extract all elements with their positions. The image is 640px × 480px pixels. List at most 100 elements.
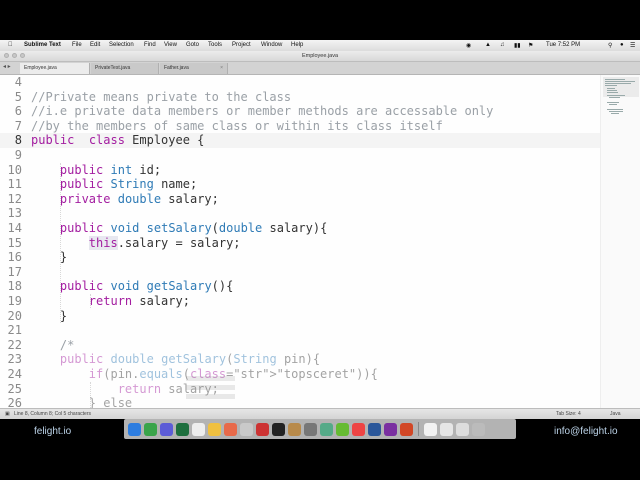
code-editor[interactable]: 4 5 6 7 8 9 10 11 12 13 14 15 16 17 18 1…	[0, 75, 600, 408]
menu-help[interactable]: Help	[291, 42, 303, 48]
close-window-icon[interactable]	[4, 53, 9, 58]
line-number: 14	[7, 221, 22, 235]
app-green-icon[interactable]	[320, 422, 333, 436]
menu-file[interactable]: File	[72, 42, 82, 48]
line-number: 21	[7, 323, 22, 338]
code-line-11: public String name;	[59, 177, 198, 192]
tab-label: Father.java	[164, 65, 189, 71]
line-number: 4	[14, 75, 22, 89]
code-line-26: } else	[31, 396, 133, 408]
brand-left: felight.io	[34, 426, 72, 437]
minimap-viewport[interactable]	[603, 77, 639, 97]
line-number: 10	[7, 162, 22, 177]
line-number-current: 8	[14, 133, 22, 148]
folder-icon[interactable]	[440, 422, 453, 436]
code-line-22: /*	[31, 337, 75, 352]
code-line-20: }	[31, 308, 68, 323]
photos-icon[interactable]	[224, 422, 237, 436]
tab-employee-java[interactable]: Employee.java	[20, 63, 90, 74]
menu-clock[interactable]: Tue 7:52 PM	[546, 42, 580, 48]
line-number: 17	[7, 264, 22, 279]
line-number: 12	[7, 191, 22, 206]
line-number: 16	[7, 250, 22, 265]
system-preferences-icon[interactable]	[304, 422, 317, 436]
tab-bar: Employee.java PrivateTest.java Father.ja…	[0, 62, 640, 75]
window-controls	[4, 53, 25, 58]
volume-icon[interactable]: ♫	[500, 42, 505, 48]
window-title: Employee.java	[301, 53, 339, 59]
line-number: 11	[7, 177, 22, 192]
document-icon[interactable]	[424, 422, 437, 436]
menu-tools[interactable]: Tools	[208, 42, 222, 48]
pencil-app-icon[interactable]	[240, 422, 253, 436]
status-bar: ▣ Line 8, Column 8; Col 5 characters Tab…	[0, 408, 640, 419]
menu-view[interactable]: View	[164, 42, 177, 48]
code-line-7: //by the members of same class or within…	[31, 118, 443, 133]
siri-icon[interactable]: ●	[620, 42, 624, 48]
minimap[interactable]	[600, 75, 640, 408]
code-line-14: public void setSalary(double salary){	[59, 221, 328, 235]
code-line-12: private double salary;	[59, 191, 219, 206]
minimize-window-icon[interactable]	[12, 53, 17, 58]
menu-goto[interactable]: Goto	[186, 42, 199, 48]
line-number: 22	[7, 337, 22, 352]
code-line-19: return salary;	[88, 294, 190, 308]
chrome-icon[interactable]	[352, 422, 365, 436]
spotlight-icon[interactable]: ⚲	[608, 42, 612, 49]
app-red-icon[interactable]	[256, 422, 269, 436]
downloads-icon[interactable]	[456, 422, 469, 436]
excel-icon[interactable]	[176, 422, 189, 436]
line-number: 26	[7, 396, 22, 408]
autocomplete-ghost-overlay	[183, 372, 238, 408]
wifi-icon[interactable]: ▲	[485, 42, 491, 48]
trash-icon[interactable]	[472, 422, 485, 436]
close-tab-icon[interactable]: ×	[220, 63, 223, 74]
flag-icon[interactable]: ⚑	[528, 42, 533, 49]
code-line-5: //Private means private to the class	[31, 89, 292, 104]
notification-center-icon[interactable]: ☰	[630, 42, 635, 49]
line-number: 20	[7, 308, 22, 323]
line-number: 18	[7, 279, 22, 294]
zoom-window-icon[interactable]	[20, 53, 25, 58]
stickies-icon[interactable]	[208, 422, 221, 436]
tab-nav-arrows-icon[interactable]: ◂ ▸	[3, 63, 11, 70]
battery-icon[interactable]: ▮▮	[514, 42, 521, 49]
finder-icon[interactable]	[128, 422, 141, 436]
tab-father-java[interactable]: Father.java ×	[160, 63, 228, 74]
launchpad-icon[interactable]	[160, 422, 173, 436]
powerpoint-icon[interactable]	[400, 422, 413, 436]
menu-window[interactable]: Window	[261, 42, 282, 48]
code-line-23: public double getSalary(String pin){	[59, 352, 321, 367]
menu-find[interactable]: Find	[144, 42, 156, 48]
menu-app-name[interactable]: Sublime Text	[24, 42, 61, 48]
line-number: 25	[7, 381, 22, 396]
tab-privatetest-java[interactable]: PrivateTest.java	[91, 63, 159, 74]
line-number: 6	[14, 104, 22, 119]
menu-project[interactable]: Project	[232, 42, 251, 48]
terminal-icon[interactable]	[272, 422, 285, 436]
line-number: 9	[14, 148, 22, 162]
tab-label: Employee.java	[24, 65, 57, 71]
menu-edit[interactable]: Edit	[90, 42, 100, 48]
word-icon[interactable]	[368, 422, 381, 436]
syntax-selector[interactable]: Java	[610, 411, 621, 417]
code-line-18: public void getSalary(){	[59, 279, 234, 294]
notes-icon[interactable]	[192, 422, 205, 436]
camtasia-icon[interactable]	[144, 422, 157, 436]
apple-icon[interactable]: 	[8, 42, 13, 48]
video-bottom-bar: felight.io info@felight.io	[0, 419, 640, 480]
archive-icon[interactable]	[288, 422, 301, 436]
code-line-16: }	[31, 250, 68, 265]
line-number: 15	[7, 235, 22, 250]
line-number: 13	[7, 206, 22, 221]
android-studio-icon[interactable]	[336, 422, 349, 436]
dock	[124, 419, 516, 439]
code-line-6: //i.e private data members or member met…	[31, 104, 494, 119]
dock-separator	[418, 422, 419, 436]
status-icon[interactable]: ◉	[466, 42, 471, 49]
tab-size-selector[interactable]: Tab Size: 4	[556, 411, 581, 417]
menu-selection[interactable]: Selection	[109, 42, 134, 48]
onenote-icon[interactable]	[384, 422, 397, 436]
line-number: 24	[7, 367, 22, 381]
status-panel-icon[interactable]: ▣	[5, 411, 10, 417]
